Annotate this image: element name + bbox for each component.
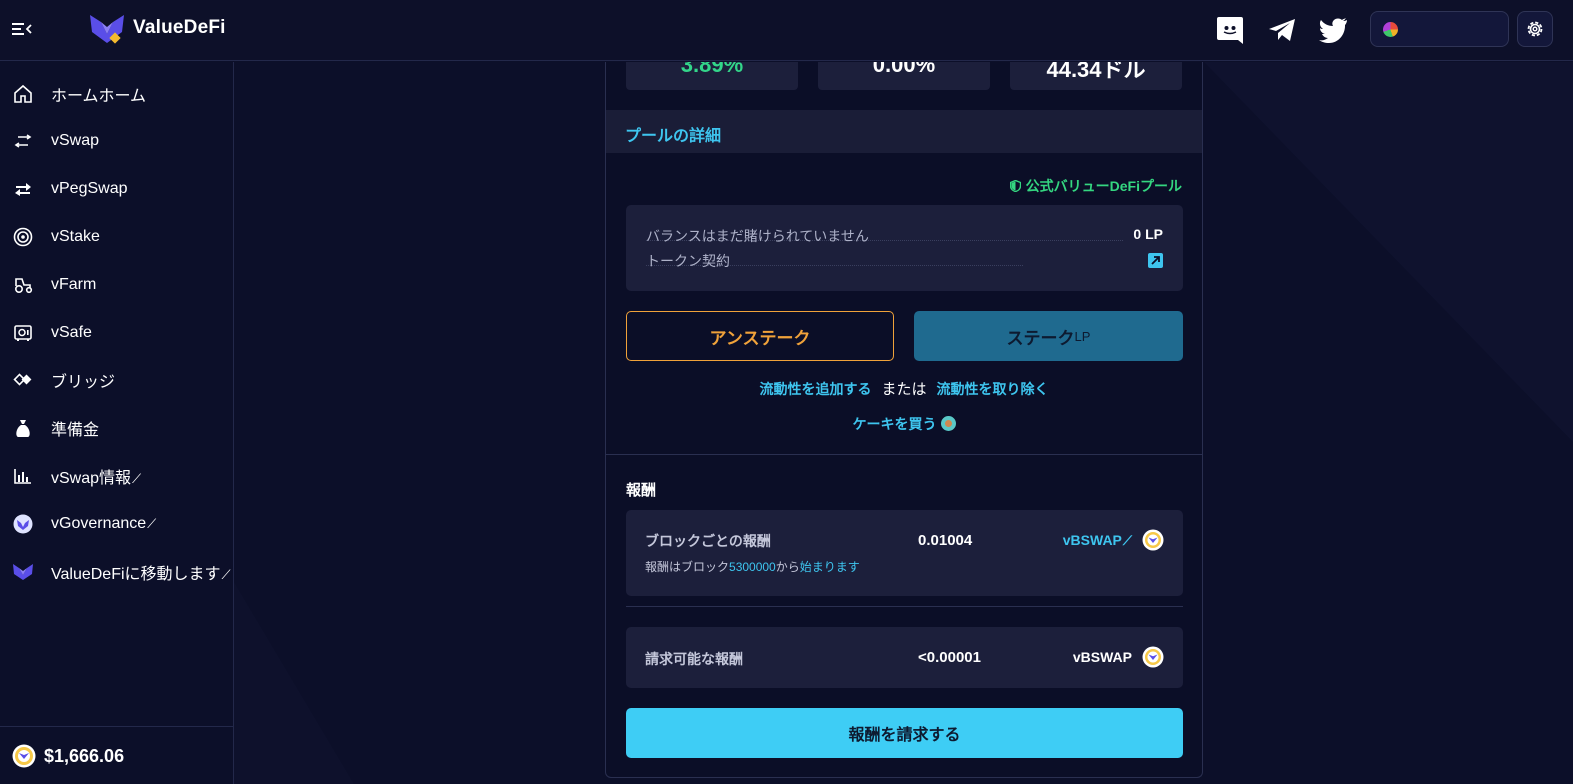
per-block-value: 0.01004 — [918, 532, 973, 549]
safe-icon — [12, 322, 34, 344]
external-link-icon: ⟋ — [147, 516, 157, 531]
external-link-icon[interactable] — [1148, 253, 1163, 268]
claimable-reward-box: 請求可能な報酬 <0.00001 vBSWAP — [626, 627, 1183, 688]
stat-apy: 3.89% — [626, 62, 798, 90]
sidebar-item-label: vSwap — [51, 132, 100, 149]
sidebar-item-vfarm[interactable]: vFarm — [0, 265, 233, 305]
claimable-value: <0.00001 — [918, 649, 981, 666]
sidebar-item-vpegswap[interactable]: vPegSwap — [0, 169, 233, 209]
token-contract-row: トークン契約 — [646, 251, 1163, 271]
peg-swap-icon — [12, 178, 34, 200]
menu-collapse-icon[interactable] — [11, 19, 33, 39]
sidebar-item-reserve[interactable]: 準備金 — [0, 408, 233, 448]
add-liquidity-link[interactable]: 流動性を追加する — [759, 381, 871, 397]
liquidity-links: 流動性を追加する または 流動性を取り除く — [606, 378, 1202, 399]
bar-chart-icon — [12, 465, 34, 487]
rewards-divider — [626, 606, 1183, 607]
buy-cake-row: ケーキを買う — [606, 414, 1202, 434]
sidebar-item-label: vSwap情報⟋ — [51, 470, 142, 487]
unstake-button[interactable]: アンステーク — [626, 311, 894, 361]
vbswap-coin-icon — [1142, 529, 1164, 551]
vbswap-coin-icon — [1142, 646, 1164, 668]
sidebar-item-vgovernance[interactable]: vGovernance⟋ — [0, 504, 233, 544]
target-icon — [12, 226, 34, 248]
sidebar-item-label: ValueDeFiに移動します⟋ — [51, 566, 231, 583]
swap-arrows-icon — [12, 130, 34, 152]
sidebar-item-vswap[interactable]: vSwap — [0, 121, 233, 161]
sidebar-item-bridge[interactable]: ブリッジ — [0, 360, 233, 400]
wallet-avatar-icon — [1383, 22, 1398, 37]
pool-details-title: プールの詳細 — [625, 128, 722, 145]
reward-per-block-box: ブロックごとの報酬 報酬はブロック5300000から始まります 0.01004 … — [626, 510, 1183, 596]
discord-icon[interactable] — [1214, 14, 1246, 46]
sidebar-item-label: ホームホーム — [51, 88, 147, 105]
sidebar-item-label: vStake — [51, 228, 100, 245]
twitter-icon[interactable] — [1317, 14, 1349, 46]
external-link-icon: ⟋ — [221, 567, 231, 582]
stat-tvl: 44.34ドル — [1010, 62, 1182, 90]
official-pool-badge: 公式バリューDeFiプール — [1009, 176, 1182, 196]
per-block-token-link[interactable]: vBSWAP⟋ — [1063, 532, 1132, 549]
claim-rewards-button[interactable]: 報酬を請求する — [626, 708, 1183, 758]
sidebar-item-label: 準備金 — [51, 422, 100, 439]
wallet-button[interactable] — [1370, 11, 1509, 47]
pool-card: 3.89% 0.00% 44.34ドル プールの詳細 公式バリューDeFiプール… — [605, 62, 1203, 778]
balance-box: バランスはまだ賭けられていません 0 LP トークン契約 — [626, 205, 1183, 291]
vbswap-coin-icon — [12, 744, 36, 768]
cake-coin-icon — [940, 416, 956, 431]
stake-button[interactable]: ステーク LP — [914, 311, 1183, 361]
balance-value: 0 LP — [1133, 226, 1163, 242]
brand-name: ValueDeFi — [133, 17, 226, 38]
bridge-icon — [12, 369, 34, 391]
reward-start-note: 報酬はブロック5300000から始まります — [645, 560, 860, 574]
sidebar-item-home[interactable]: ホームホーム — [0, 74, 233, 114]
valuedefi-logo[interactable] — [89, 12, 125, 46]
or-text: または — [881, 381, 927, 398]
sidebar-item-label: ブリッジ — [51, 374, 116, 391]
sidebar-item-label: vFarm — [51, 276, 97, 293]
money-bag-icon — [12, 417, 34, 439]
sidebar-item-vsafe[interactable]: vSafe — [0, 313, 233, 353]
sidebar-item-label: vSafe — [51, 324, 92, 341]
shield-icon — [1009, 180, 1021, 192]
sidebar-item-vstake[interactable]: vStake — [0, 217, 233, 257]
sidebar-item-vswap-info[interactable]: vSwap情報⟋ — [0, 456, 233, 496]
settings-button[interactable] — [1517, 11, 1553, 47]
price-footer: $1,666.06 — [0, 726, 233, 784]
home-icon — [12, 83, 34, 105]
per-block-label: ブロックごとの報酬 — [645, 533, 771, 549]
telegram-icon[interactable] — [1266, 14, 1298, 46]
token-price: $1,666.06 — [44, 746, 125, 766]
balance-label: バランスはまだ賭けられていません — [646, 228, 869, 244]
claimable-label: 請求可能な報酬 — [645, 651, 743, 667]
sidebar-item-label: vPegSwap — [51, 180, 128, 197]
gear-icon — [1527, 21, 1543, 37]
pool-details-header: プールの詳細 — [606, 110, 1202, 153]
top-header: ValueDeFi — [0, 0, 1573, 61]
stat-share: 0.00% — [818, 62, 990, 90]
sidebar: ホームホーム vSwap vPegSwap vStake vFarm vSafe — [0, 62, 234, 784]
external-link-icon: ⟋ — [1122, 533, 1132, 548]
claimable-token: vBSWAP — [1072, 649, 1132, 665]
rewards-title: 報酬 — [626, 482, 657, 499]
sidebar-item-label: vGovernance⟋ — [51, 515, 157, 532]
section-divider — [606, 454, 1202, 455]
tractor-icon — [12, 274, 34, 296]
token-contract-label: トークン契約 — [646, 253, 730, 269]
external-link-icon: ⟋ — [132, 471, 142, 486]
sidebar-item-goto-valuedefi[interactable]: ValueDeFiに移動します⟋ — [0, 552, 233, 592]
remove-liquidity-link[interactable]: 流動性を取り除く — [937, 381, 1049, 397]
buy-cake-link[interactable]: ケーキを買う — [853, 416, 937, 432]
valuedefi-logo-icon — [12, 561, 34, 583]
balance-row: バランスはまだ賭けられていません 0 LP — [646, 226, 1163, 246]
governance-icon — [12, 513, 34, 535]
